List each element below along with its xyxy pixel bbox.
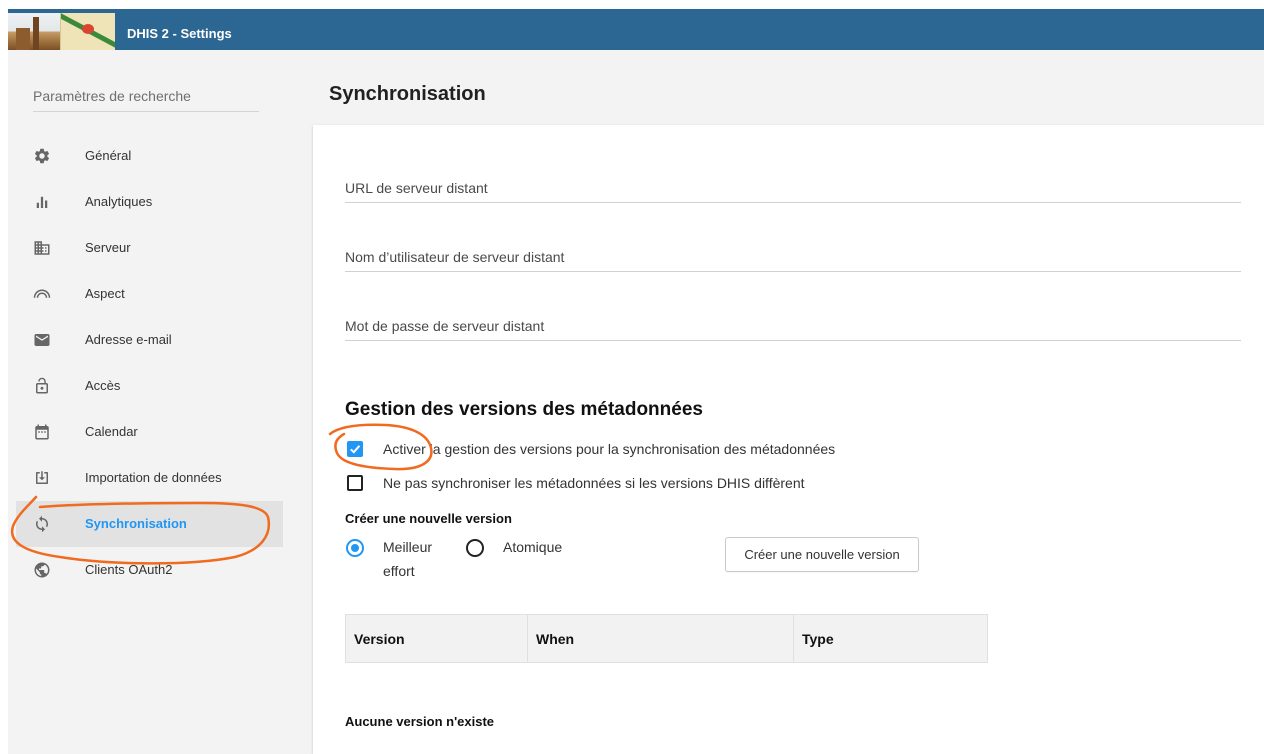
- sidebar-item-data-import[interactable]: Importation de données: [16, 455, 283, 501]
- sidebar-item-label: Calendar: [85, 424, 138, 439]
- header-bar: DHIS 2 - Settings: [8, 9, 1264, 50]
- column-header-version[interactable]: Version: [345, 614, 528, 663]
- page-title: Synchronisation: [329, 83, 486, 105]
- sidebar-item-general[interactable]: Général: [16, 133, 283, 179]
- settings-app: DHIS 2 - Settings Général Analytiques: [0, 0, 1264, 754]
- lock-open-icon: [33, 377, 51, 395]
- sidebar-item-label: Clients OAuth2: [85, 562, 173, 577]
- sidebar-item-label: Serveur: [85, 240, 131, 255]
- checkbox[interactable]: [347, 475, 363, 491]
- sidebar-item-email[interactable]: Adresse e-mail: [16, 317, 283, 363]
- checkbox[interactable]: [347, 441, 363, 457]
- radio-button[interactable]: [346, 539, 364, 557]
- sidebar-item-label: Général: [85, 148, 132, 163]
- radio-label: Meilleur effort: [383, 539, 433, 579]
- rainbow-icon: [33, 285, 51, 303]
- logo-emblem: [60, 13, 115, 50]
- envelope-icon: [33, 331, 51, 349]
- sidebar-item-label: Importation de données: [85, 470, 222, 485]
- create-version-heading: Créer une nouvelle version: [345, 511, 512, 526]
- remote-url-field[interactable]: URL de serveur distant: [345, 173, 1241, 203]
- instance-logo[interactable]: [8, 13, 115, 50]
- sidebar-item-calendar[interactable]: Calendar: [16, 409, 283, 455]
- sidebar: Général Analytiques Serveur Aspect: [8, 50, 290, 754]
- calendar-icon: [33, 423, 51, 441]
- sidebar-nav: Général Analytiques Serveur Aspect Adres…: [16, 133, 283, 593]
- remote-url-input[interactable]: [345, 173, 1241, 202]
- column-header-type[interactable]: Type: [793, 614, 988, 663]
- app-title: DHIS 2 - Settings: [127, 26, 232, 41]
- globe-icon: [33, 561, 51, 579]
- sidebar-item-oauth2-clients[interactable]: Clients OAuth2: [16, 547, 283, 593]
- import-icon: [33, 469, 51, 487]
- skip-on-version-mismatch-checkbox[interactable]: Ne pas synchroniser les métadonnées si l…: [347, 473, 805, 493]
- version-type-best-effort-radio[interactable]: Meilleur effort: [346, 535, 456, 583]
- sidebar-item-label: Aspect: [85, 286, 125, 301]
- checkmark-icon: [350, 445, 361, 454]
- table-header-row: Version When Type: [345, 614, 988, 663]
- section-heading: Gestion des versions des métadonnées: [345, 399, 703, 420]
- bar-chart-icon: [33, 193, 51, 211]
- sidebar-item-label: Synchronisation: [85, 516, 187, 531]
- checkbox-label: Ne pas synchroniser les métadonnées si l…: [383, 475, 805, 491]
- enable-versioning-checkbox[interactable]: Activer la gestion des versions pour la …: [347, 439, 835, 459]
- create-version-button[interactable]: Créer une nouvelle version: [725, 537, 919, 572]
- radio-button[interactable]: [466, 539, 484, 557]
- sync-icon: [33, 515, 51, 533]
- settings-card: URL de serveur distant Nom d’utilisateur…: [313, 125, 1264, 754]
- sidebar-item-label: Accès: [85, 378, 121, 393]
- version-type-atomic-radio[interactable]: Atomique: [466, 535, 576, 583]
- sidebar-item-access[interactable]: Accès: [16, 363, 283, 409]
- sidebar-item-label: Analytiques: [85, 194, 153, 209]
- remote-password-field[interactable]: Mot de passe de serveur distant: [345, 311, 1241, 341]
- sidebar-item-appearance[interactable]: Aspect: [16, 271, 283, 317]
- radio-label: Atomique: [503, 539, 563, 555]
- logo-photo: [8, 13, 60, 50]
- remote-username-input[interactable]: [345, 242, 1241, 271]
- search-settings-input[interactable]: [33, 84, 259, 112]
- empty-state-message: Aucune version n'existe: [345, 714, 495, 729]
- table-header: Version When Type: [345, 614, 988, 663]
- checkbox-label: Activer la gestion des versions pour la …: [383, 441, 836, 457]
- remote-password-input[interactable]: [345, 311, 1241, 340]
- gear-icon: [33, 147, 51, 165]
- remote-username-field[interactable]: Nom d’utilisateur de serveur distant: [345, 242, 1241, 272]
- sidebar-item-synchronisation[interactable]: Synchronisation: [16, 501, 283, 547]
- column-header-when[interactable]: When: [527, 614, 794, 663]
- sidebar-item-label: Adresse e-mail: [85, 332, 172, 347]
- sidebar-item-server[interactable]: Serveur: [16, 225, 283, 271]
- building-icon: [33, 239, 51, 257]
- sidebar-item-analytics[interactable]: Analytiques: [16, 179, 283, 225]
- versions-table: Version When Type: [345, 614, 988, 663]
